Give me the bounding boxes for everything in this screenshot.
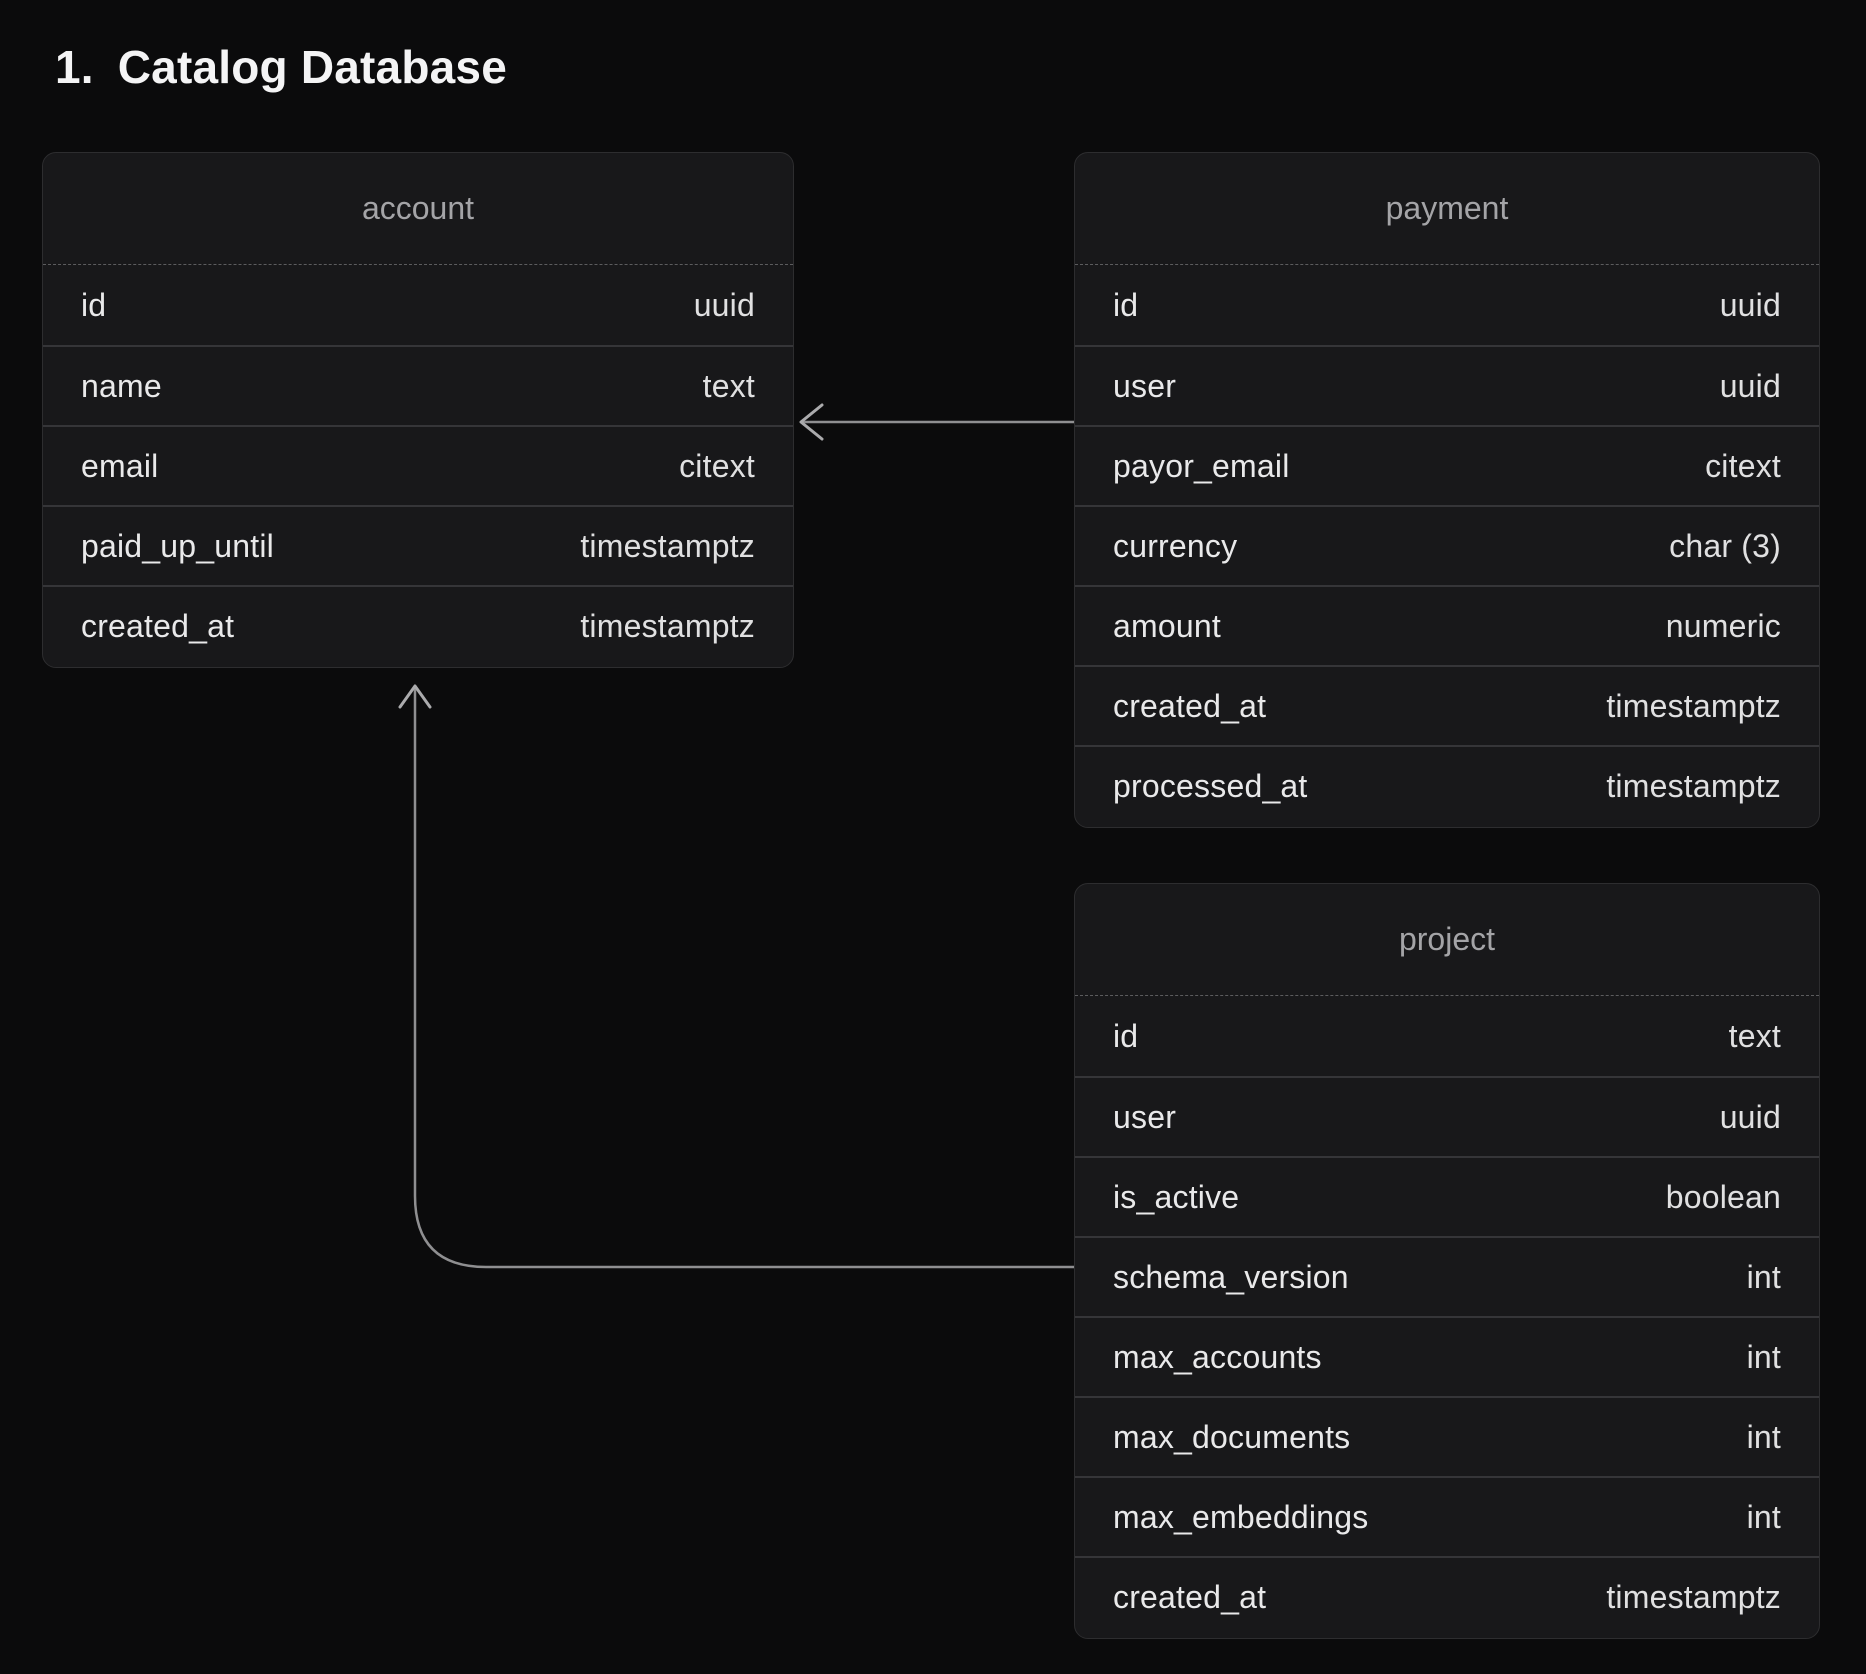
field-type: text — [1729, 1018, 1781, 1055]
table-row: email citext — [43, 425, 793, 505]
field-type: int — [1747, 1419, 1781, 1456]
table-row: is_active boolean — [1075, 1156, 1819, 1236]
field-type: uuid — [1720, 287, 1781, 324]
table-header: account — [43, 153, 793, 265]
field-type: char (3) — [1669, 528, 1781, 565]
field-type: int — [1747, 1499, 1781, 1536]
field-type: boolean — [1666, 1179, 1781, 1216]
table-row: id uuid — [1075, 265, 1819, 345]
table-row: max_embeddings int — [1075, 1476, 1819, 1556]
field-name: amount — [1113, 608, 1221, 645]
field-type: timestamptz — [1606, 768, 1781, 805]
diagram-canvas: 1. Catalog Database account id uuid name… — [0, 0, 1866, 1674]
table-row: max_accounts int — [1075, 1316, 1819, 1396]
table-row: user uuid — [1075, 345, 1819, 425]
field-type: citext — [679, 448, 755, 485]
table-title: project — [1399, 921, 1495, 958]
table-payment[interactable]: payment id uuid user uuid payor_email ci… — [1074, 152, 1820, 828]
field-type: int — [1747, 1259, 1781, 1296]
field-type: numeric — [1666, 608, 1781, 645]
table-row: user uuid — [1075, 1076, 1819, 1156]
arrowhead-left-icon — [801, 405, 822, 439]
field-name: user — [1113, 1099, 1176, 1136]
table-row: payor_email citext — [1075, 425, 1819, 505]
table-row: amount numeric — [1075, 585, 1819, 665]
relationship-arrow-payment-account — [801, 405, 1074, 439]
table-row: schema_version int — [1075, 1236, 1819, 1316]
field-type: timestamptz — [1606, 1579, 1781, 1616]
table-title: payment — [1386, 190, 1509, 227]
page-title-text: Catalog Database — [118, 40, 507, 94]
field-name: max_accounts — [1113, 1339, 1322, 1376]
table-header: project — [1075, 884, 1819, 996]
field-type: int — [1747, 1339, 1781, 1376]
table-row: processed_at timestamptz — [1075, 745, 1819, 825]
field-type: timestamptz — [580, 608, 755, 645]
page-title-number: 1. — [55, 40, 94, 94]
table-row: id uuid — [43, 265, 793, 345]
field-type: uuid — [1720, 368, 1781, 405]
field-name: schema_version — [1113, 1259, 1349, 1296]
table-project[interactable]: project id text user uuid is_active bool… — [1074, 883, 1820, 1639]
field-name: currency — [1113, 528, 1237, 565]
field-name: is_active — [1113, 1179, 1239, 1216]
arrowhead-up-icon — [400, 686, 430, 707]
field-name: created_at — [1113, 688, 1266, 725]
field-name: name — [81, 368, 162, 405]
field-name: paid_up_until — [81, 528, 274, 565]
field-name: created_at — [1113, 1579, 1266, 1616]
field-type: timestamptz — [1606, 688, 1781, 725]
table-row: paid_up_until timestamptz — [43, 505, 793, 585]
field-type: text — [703, 368, 755, 405]
relationship-line-project-account — [415, 688, 1074, 1267]
table-row: created_at timestamptz — [43, 585, 793, 665]
table-row: max_documents int — [1075, 1396, 1819, 1476]
table-row: created_at timestamptz — [1075, 665, 1819, 745]
table-account[interactable]: account id uuid name text email citext p… — [42, 152, 794, 668]
table-row: id text — [1075, 996, 1819, 1076]
field-type: citext — [1705, 448, 1781, 485]
field-name: id — [81, 287, 106, 324]
field-name: max_embeddings — [1113, 1499, 1368, 1536]
field-name: processed_at — [1113, 768, 1308, 805]
table-row: currency char (3) — [1075, 505, 1819, 585]
field-name: user — [1113, 368, 1176, 405]
field-type: uuid — [694, 287, 755, 324]
relationship-arrow-project-account — [400, 686, 1074, 1267]
field-name: id — [1113, 1018, 1138, 1055]
field-name: id — [1113, 287, 1138, 324]
page-title: 1. Catalog Database — [55, 40, 507, 94]
table-row: created_at timestamptz — [1075, 1556, 1819, 1636]
table-title: account — [362, 190, 474, 227]
field-type: uuid — [1720, 1099, 1781, 1136]
table-header: payment — [1075, 153, 1819, 265]
table-row: name text — [43, 345, 793, 425]
field-name: payor_email — [1113, 448, 1290, 485]
field-type: timestamptz — [580, 528, 755, 565]
field-name: email — [81, 448, 158, 485]
field-name: created_at — [81, 608, 234, 645]
field-name: max_documents — [1113, 1419, 1350, 1456]
